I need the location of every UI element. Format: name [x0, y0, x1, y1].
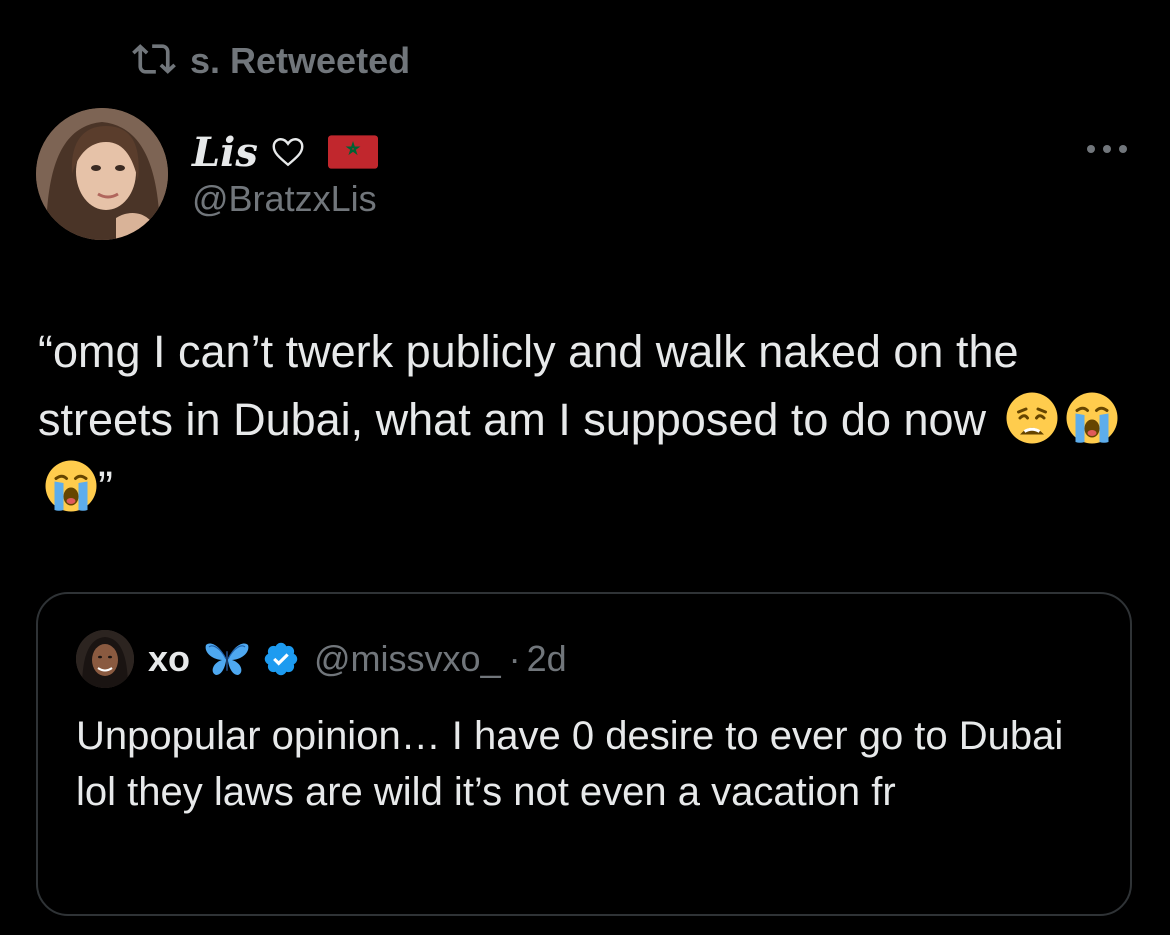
retweet-label: s. Retweeted — [190, 40, 411, 81]
quoted-avatar[interactable] — [76, 630, 134, 688]
quoted-tweet-text: Unpopular opinion… I have 0 desire to ev… — [76, 714, 1064, 814]
closing-quote: ” — [98, 462, 113, 513]
quoted-tweet-card[interactable]: xo @missvxo_ · 2d Unpopular opinion… I h… — [36, 592, 1132, 916]
author-name-row[interactable]: Lis — [192, 124, 378, 180]
tweet-text: “omg I can’t twerk publicly and walk nak… — [38, 318, 1148, 522]
blue-butterfly-icon — [205, 643, 249, 675]
tweet-body: “omg I can’t twerk publicly and walk nak… — [38, 326, 1019, 445]
quoted-timestamp[interactable]: 2d — [527, 638, 567, 680]
weary-face-emoji — [1005, 391, 1059, 445]
heart-outline-icon — [272, 138, 304, 167]
morocco-flag-icon — [327, 135, 378, 169]
verified-badge-icon — [264, 642, 298, 676]
loudly-crying-face-emoji — [1065, 391, 1119, 445]
avatar[interactable] — [36, 108, 168, 240]
retweet-context[interactable]: s. Retweeted — [132, 38, 410, 84]
author-handle[interactable]: @BratzxLis — [192, 178, 377, 220]
retweet-icon — [132, 37, 176, 86]
quoted-tweet-header: xo @missvxo_ · 2d — [76, 630, 567, 688]
quoted-separator: · — [508, 638, 521, 679]
more-icon[interactable] — [1084, 140, 1130, 158]
quoted-display-name[interactable]: xo — [148, 638, 190, 680]
author-display-name[interactable]: Lis — [192, 129, 258, 176]
loudly-crying-face-emoji — [44, 459, 98, 513]
quoted-handle[interactable]: @missvxo_ — [314, 638, 501, 680]
